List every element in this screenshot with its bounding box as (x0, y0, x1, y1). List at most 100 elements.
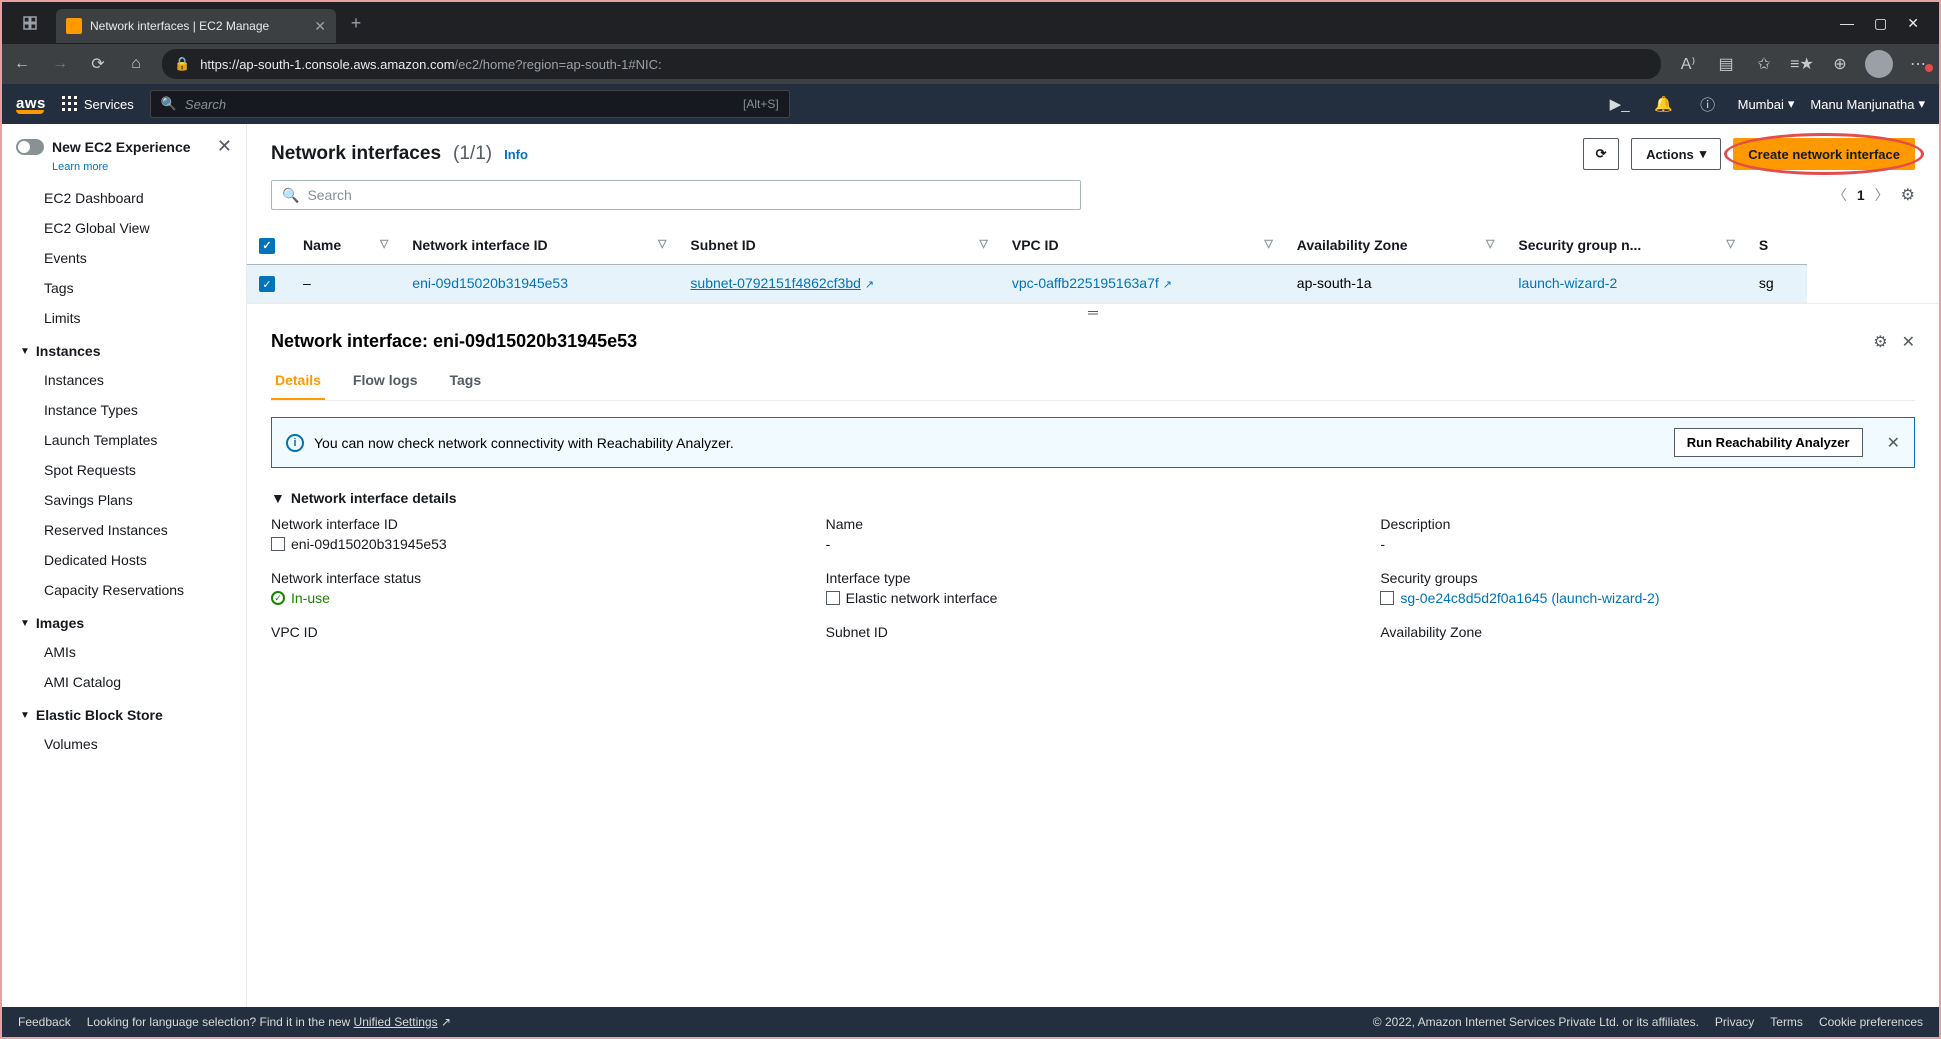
maximize-icon[interactable]: ▢ (1874, 15, 1887, 32)
sidebar-item[interactable]: EC2 Dashboard (2, 183, 246, 213)
account-menu[interactable]: Manu Manjunatha▾ (1810, 96, 1925, 112)
sidebar-item[interactable]: AMIs (2, 637, 246, 667)
sidebar-item[interactable]: Instances (2, 365, 246, 395)
refresh-button[interactable]: ⟳ (1583, 138, 1619, 170)
panel-resize-handle[interactable]: ═ (247, 303, 1939, 321)
sort-icon[interactable]: ▽ (1726, 237, 1734, 250)
sg-link[interactable]: launch-wizard-2 (1518, 275, 1617, 291)
sidebar-item[interactable]: Volumes (2, 729, 246, 759)
sort-icon[interactable]: ▽ (1486, 237, 1494, 250)
subnet-link[interactable]: subnet-0792151f4862cf3bd (690, 275, 860, 291)
detail-close-icon[interactable]: ✕ (1902, 332, 1915, 352)
create-network-interface-button[interactable]: Create network interface (1733, 138, 1915, 170)
unified-settings-link[interactable]: Unified Settings (354, 1015, 438, 1029)
copy-icon[interactable] (271, 537, 285, 551)
sidebar-group[interactable]: ▼Elastic Block Store (2, 697, 246, 729)
sidebar-item[interactable]: AMI Catalog (2, 667, 246, 697)
tab-details[interactable]: Details (271, 362, 325, 400)
profile-avatar[interactable] (1865, 50, 1893, 78)
aws-logo[interactable]: aws (16, 95, 46, 114)
region-selector[interactable]: Mumbai▾ (1738, 96, 1795, 112)
tab-tags[interactable]: Tags (445, 362, 485, 400)
sidebar-item[interactable]: Reserved Instances (2, 515, 246, 545)
vpc-link[interactable]: vpc-0affb225195163a7f (1012, 275, 1159, 291)
detail-settings-icon[interactable]: ⚙ (1873, 332, 1887, 352)
sidebar-item[interactable]: Launch Templates (2, 425, 246, 455)
run-reachability-button[interactable]: Run Reachability Analyzer (1674, 428, 1863, 457)
chevron-down-icon: ▼ (20, 618, 30, 629)
collections-icon[interactable]: ⊕ (1827, 54, 1853, 74)
table-search[interactable]: 🔍 Search (271, 180, 1081, 210)
actions-button[interactable]: Actions▾ (1631, 138, 1721, 170)
sidebar-item[interactable]: Instance Types (2, 395, 246, 425)
browser-tab[interactable]: Network interfaces | EC2 Manage ✕ (56, 9, 336, 43)
row-checkbox[interactable]: ✓ (259, 276, 275, 292)
sidebar-item[interactable]: Limits (2, 303, 246, 333)
eni-link[interactable]: eni-09d15020b31945e53 (412, 275, 568, 291)
refresh-icon[interactable]: ⟳ (86, 54, 110, 74)
aws-search[interactable]: 🔍 Search [Alt+S] (150, 90, 790, 118)
sidebar: New EC2 Experience ✕ Learn more EC2 Dash… (2, 124, 247, 1007)
section-caret-icon[interactable]: ▼ (271, 490, 285, 506)
read-aloud-icon[interactable]: A⁾ (1675, 54, 1701, 74)
sidebar-group[interactable]: ▼Instances (2, 333, 246, 365)
sg-detail-link[interactable]: sg-0e24c8d5d2f0a1645 (launch-wizard-2) (1400, 590, 1659, 606)
tab-flow-logs[interactable]: Flow logs (349, 362, 422, 400)
home-icon[interactable]: ⌂ (124, 55, 148, 73)
address-bar[interactable]: 🔒 https://ap-south-1.console.aws.amazon.… (162, 49, 1661, 79)
table-scroll[interactable]: ✓ Name▽ Network interface ID▽ Subnet ID▽… (247, 226, 1939, 303)
sidebar-item[interactable]: Savings Plans (2, 485, 246, 515)
search-icon: 🔍 (161, 96, 177, 112)
sidebar-item[interactable]: Capacity Reservations (2, 575, 246, 605)
copy-icon[interactable] (1380, 591, 1394, 605)
close-window-icon[interactable]: ✕ (1907, 15, 1919, 32)
privacy-link[interactable]: Privacy (1715, 1015, 1754, 1029)
next-page-icon[interactable]: 〉 (1875, 185, 1889, 205)
alert-close-icon[interactable]: ✕ (1887, 433, 1900, 453)
minimize-icon[interactable]: — (1840, 15, 1854, 32)
new-tab-button[interactable]: + (342, 9, 370, 37)
field-value: eni-09d15020b31945e53 (291, 536, 447, 552)
help-icon[interactable]: ⓘ (1694, 94, 1722, 115)
services-menu[interactable]: Services (62, 96, 134, 112)
terms-link[interactable]: Terms (1770, 1015, 1803, 1029)
menu-icon[interactable]: ⋯ (1905, 54, 1931, 74)
aws-topbar: aws Services 🔍 Search [Alt+S] ▶_ 🔔 ⓘ Mum… (2, 84, 1939, 124)
aws-footer: Feedback Looking for language selection?… (2, 1007, 1939, 1037)
aws-favicon-icon (66, 18, 82, 34)
close-tab-icon[interactable]: ✕ (314, 18, 326, 35)
sort-icon[interactable]: ▽ (658, 237, 666, 250)
field-value: - (826, 536, 1361, 552)
back-icon[interactable]: ← (10, 55, 34, 73)
sidebar-item[interactable]: Tags (2, 273, 246, 303)
network-interfaces-table: ✓ Name▽ Network interface ID▽ Subnet ID▽… (247, 226, 1807, 303)
page-count: (1/1) (453, 143, 492, 165)
new-experience-toggle[interactable] (16, 139, 44, 155)
sort-icon[interactable]: ▽ (1264, 237, 1272, 250)
favorites-bar-icon[interactable]: ≡★ (1789, 54, 1815, 74)
info-link[interactable]: Info (504, 147, 528, 162)
sidebar-item[interactable]: Spot Requests (2, 455, 246, 485)
sidebar-group[interactable]: ▼Images (2, 605, 246, 637)
table-row[interactable]: ✓ – eni-09d15020b31945e53 subnet-0792151… (247, 264, 1807, 303)
learn-more-link[interactable]: Learn more (2, 161, 246, 183)
sidebar-close-icon[interactable]: ✕ (217, 136, 232, 157)
sort-icon[interactable]: ▽ (380, 237, 388, 250)
tab-workspace-icon[interactable] (10, 8, 50, 38)
settings-icon[interactable]: ⚙ (1901, 185, 1915, 205)
sort-icon[interactable]: ▽ (979, 237, 987, 250)
favorite-icon[interactable]: ✩ (1751, 54, 1777, 74)
prev-page-icon[interactable]: 〈 (1833, 185, 1847, 205)
sidebar-item[interactable]: Dedicated Hosts (2, 545, 246, 575)
cookie-link[interactable]: Cookie preferences (1819, 1015, 1923, 1029)
select-all-checkbox[interactable]: ✓ (259, 238, 275, 254)
feedback-link[interactable]: Feedback (18, 1015, 71, 1029)
translate-icon[interactable]: ▤ (1713, 54, 1739, 74)
detail-tabs: Details Flow logs Tags (271, 362, 1915, 401)
sidebar-item[interactable]: Events (2, 243, 246, 273)
notifications-icon[interactable]: 🔔 (1650, 95, 1678, 113)
services-label: Services (84, 97, 134, 112)
copy-icon[interactable] (826, 591, 840, 605)
sidebar-item[interactable]: EC2 Global View (2, 213, 246, 243)
cloudshell-icon[interactable]: ▶_ (1606, 95, 1634, 113)
